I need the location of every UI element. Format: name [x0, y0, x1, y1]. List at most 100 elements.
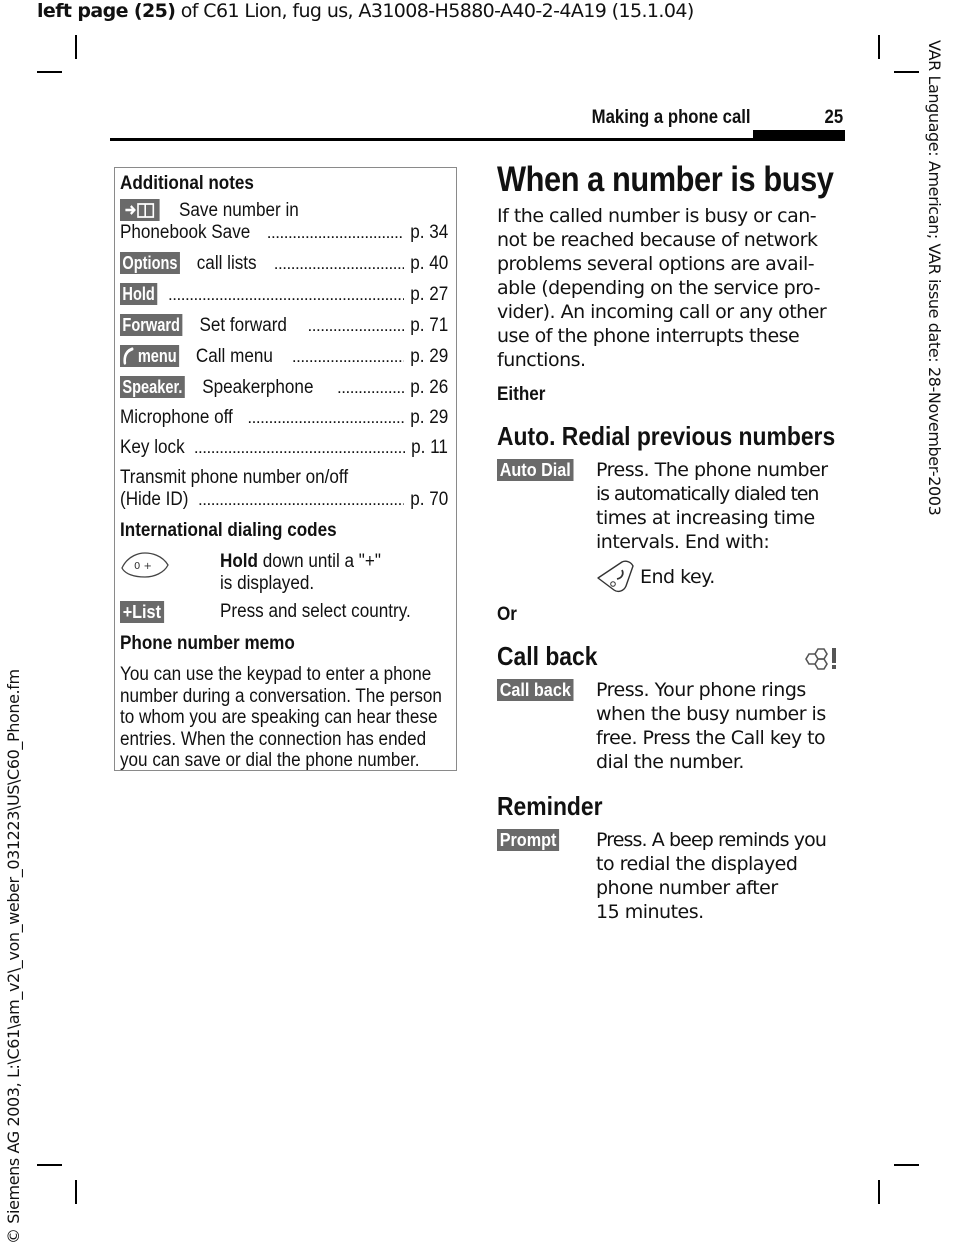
note-text: Set forward [199, 315, 287, 336]
note-page-ref: p. 70 [409, 489, 448, 510]
intl-dialing-heading: International dialing codes [120, 520, 337, 541]
crop-mark [894, 1164, 919, 1166]
end-key-label: End key. [640, 566, 715, 588]
side-text-var-language: VAR Language: American; VAR issue date: … [925, 40, 944, 516]
intro-line: vider). An incoming call or any other [497, 301, 827, 323]
note-text: (Hide ID) [120, 489, 189, 510]
notes-heading: Additional notes [120, 173, 254, 194]
options-softkey: Options [120, 252, 180, 274]
step-line: phone number after [596, 877, 778, 899]
step-line: intervals. End with: [596, 531, 770, 553]
memo-line: you can save or dial the phone number. [120, 750, 420, 771]
note-page-ref: p. 26 [409, 377, 448, 398]
intro-line: If the called number is busy or can- [497, 205, 817, 227]
note-page-ref: p. 29 [409, 346, 448, 367]
note-entry-hold: Hold p. 27 [120, 283, 448, 306]
intl-step-text: Press and select country. [220, 601, 411, 622]
section-title: Making a phone call [592, 107, 751, 128]
crop-mark [894, 71, 919, 73]
prompt-softkey: Prompt [497, 829, 560, 851]
intro-line: problems several options are avail- [497, 253, 815, 275]
call-key-icon [123, 347, 134, 365]
speaker-softkey: Speaker. [120, 376, 185, 398]
crop-mark [37, 71, 62, 73]
additional-notes-box: Additional notes Save number in Phoneboo… [114, 167, 457, 771]
reminder-step: Prompt Press. A beep reminds you to redi… [497, 828, 842, 924]
call-back-step: Call back Press. Your phone rings when t… [497, 678, 842, 774]
intro-paragraph: If the called number is busy or can- not… [497, 204, 842, 372]
intro-line: functions. [497, 349, 586, 371]
end-key-icon [597, 560, 634, 593]
note-text: Speakerphone [202, 377, 314, 398]
print-header-rest: of C61 Lion, fug us, A31008-H5880-A40-2-… [175, 0, 695, 22]
step-line: when the busy number is [596, 703, 826, 725]
zero-plus-key-label: 0 + [134, 561, 152, 572]
intro-line: able (depending on the service pro- [497, 277, 820, 299]
note-text: Key lock [120, 437, 185, 458]
call-menu-softkey-label: menu [137, 346, 177, 366]
note-text: Microphone off [120, 407, 233, 428]
intl-step-bold: Hold [220, 551, 258, 572]
intl-step-text: is displayed. [220, 573, 315, 594]
side-text-copyright-path: © Siemens AG 2003, L:\C61\am_v2\_von_web… [4, 669, 23, 1244]
note-text: Save number in [179, 200, 300, 221]
step-line: Press. Your phone rings [596, 679, 806, 701]
call-back-heading-row: Call back [497, 640, 842, 672]
note-page-ref: p. 11 [411, 437, 448, 458]
crop-mark [75, 35, 77, 59]
crop-mark [878, 1180, 880, 1204]
step-line: free. Press the Call key to [596, 727, 826, 749]
main-content: When a number is busy If the called numb… [497, 158, 842, 924]
memo-line: to whom you are speaking can hear these [120, 707, 438, 728]
intro-line: use of the phone interrupts these [497, 325, 800, 347]
note-entry-microphone-off: Microphone off p. 29 [120, 407, 448, 429]
step-line: Press. A beep reminds you [596, 829, 827, 851]
call-menu-softkey: menu [120, 345, 180, 367]
memo-line: You can use the keypad to enter a phone [120, 664, 432, 685]
step-line: Press. The phone number [596, 459, 828, 481]
step-line: dial the number. [596, 751, 744, 773]
note-entry-hide-id: Transmit phone number on/off (Hide ID) p… [120, 467, 448, 511]
memo-line: number during a conversation. The person [120, 685, 442, 707]
note-page-ref: p. 27 [409, 284, 448, 305]
note-text: call lists [196, 253, 257, 274]
save-to-phonebook-softkey [120, 199, 160, 221]
plus-list-softkey: +List [120, 601, 164, 623]
zero-plus-key-icon: 0 + [121, 552, 169, 578]
step-line: 15 minutes. [596, 901, 704, 923]
auto-dial-softkey: Auto Dial [497, 459, 574, 481]
step-line: times at increasing time [596, 507, 815, 529]
crop-mark [37, 1164, 62, 1166]
note-entry-options: Options call lists p. 40 [120, 252, 448, 275]
note-entry-key-lock: Key lock p. 11 [120, 437, 448, 459]
note-page-ref: p. 40 [409, 253, 448, 274]
call-back-heading: Call back [497, 641, 598, 671]
auto-redial-step: Auto Dial Press. The phone number is aut… [497, 458, 842, 594]
note-entry-forward: Forward Set forward p. 71 [120, 314, 448, 337]
page-title: When a number is busy [497, 160, 834, 199]
print-header: left page (25) of C61 Lion, fug us, A310… [37, 0, 694, 22]
intro-line: not be reached because of network [497, 229, 818, 251]
memo-line: entries. When the connection has ended [120, 728, 427, 750]
phone-number-memo-text: You can use the keypad to enter a phone … [120, 664, 453, 772]
crop-mark [75, 1180, 77, 1204]
save-to-phonebook-icon [125, 203, 155, 218]
header-rule-tab [753, 130, 845, 141]
note-entry-save-number: Save number in Phonebook Save p. 34 [120, 199, 448, 244]
reminder-heading: Reminder [497, 791, 603, 821]
hold-softkey: Hold [120, 283, 158, 305]
header-rule [110, 138, 845, 141]
intl-step-list: +List Press and select country. [120, 601, 448, 624]
note-entry-speakerphone: Speaker. Speakerphone p. 26 [120, 376, 448, 399]
page-number: 25 [824, 107, 843, 128]
step-line: is automatically dialed ten [596, 483, 819, 505]
note-page-ref: p. 71 [409, 315, 448, 336]
intl-step-text: down until a "+" [257, 551, 381, 572]
print-header-bold: left page (25) [37, 0, 176, 22]
phone-number-memo-heading: Phone number memo [120, 633, 295, 654]
auto-redial-heading: Auto. Redial previous numbers [497, 421, 836, 451]
either-label: Either [497, 384, 546, 405]
forward-softkey: Forward [120, 314, 183, 336]
network-dependent-icon [805, 648, 836, 670]
note-text: Phonebook Save [120, 222, 251, 243]
